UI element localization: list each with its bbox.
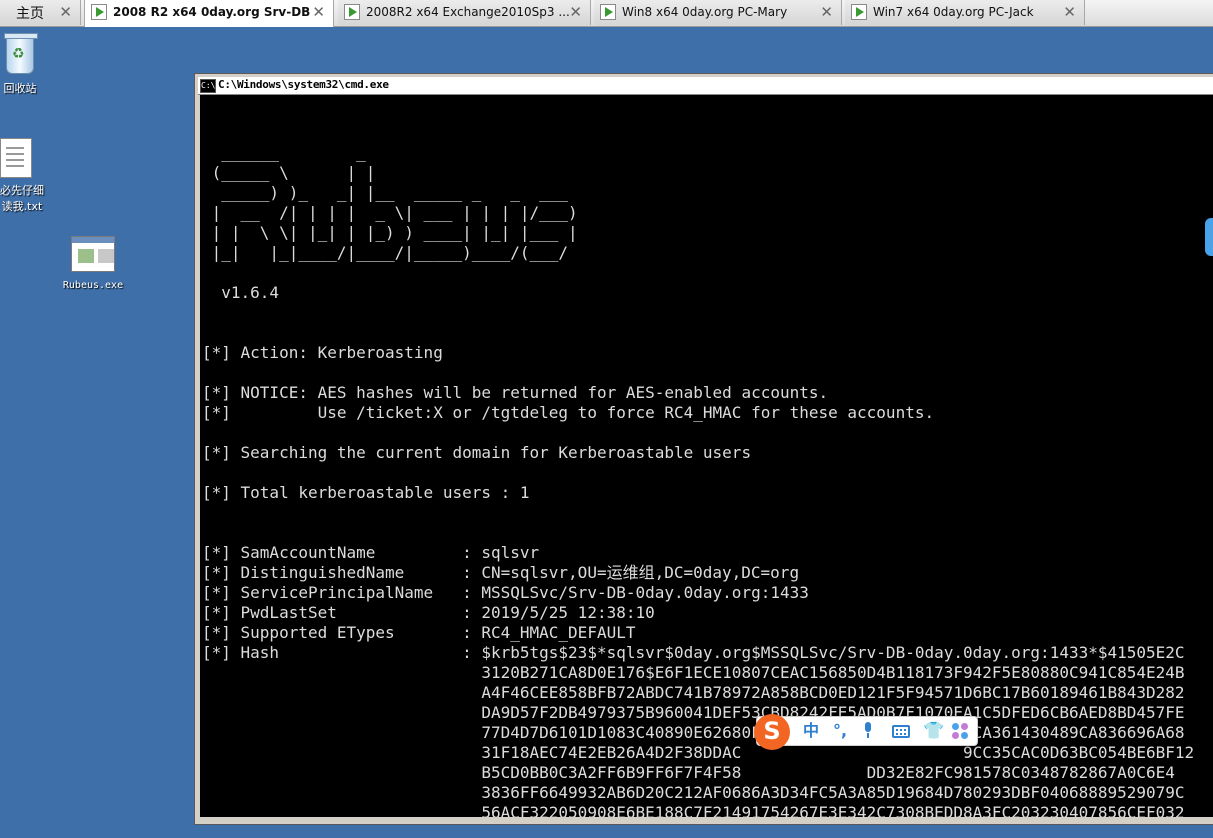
- console-line: [*] Supported ETypes : RC4_HMAC_DEFAULT: [202, 623, 636, 642]
- console-line: [*] DistinguishedName : CN=sqlsvr,OU=运维组…: [202, 563, 800, 582]
- exe-icon: [71, 236, 115, 272]
- toolbox-icon[interactable]: [952, 723, 970, 741]
- console-line: B5CD0BB0C3A2FF6B9FF6F7F4F58 DD32E82FC981…: [202, 763, 1175, 782]
- rubeus-label: Rubeus.exe: [62, 280, 124, 291]
- console-line: DA9D57F2DB4979375B960041DEF53CBD8242FE5A…: [202, 703, 1185, 722]
- tab-label: 2008 R2 x64 0day.org Srv-DB: [113, 5, 311, 19]
- console-line: 56ACF322050908E6BE188C7F21491754267E3E34…: [202, 803, 1185, 817]
- console-line: [*] PwdLastSet : 2019/5/25 12:38:10: [202, 603, 655, 622]
- rubeus-exe[interactable]: Rubeus.exe: [60, 236, 126, 291]
- shirt-icon[interactable]: 👕: [923, 722, 944, 740]
- cmd-title-bar[interactable]: C:\ C:\Windows\system32\cmd.exe: [198, 77, 1213, 95]
- console-line: [*] Use /ticket:X or /tgtdeleg to force …: [202, 403, 935, 422]
- console-output[interactable]: ______ _ (_____ \ | | _____) )_ _| |__ _…: [200, 95, 1213, 817]
- cmd-icon: C:\: [200, 79, 216, 93]
- console-line: 3120B271CA8D0E176$E6F1ECE10807CEAC156850…: [202, 663, 1185, 682]
- tab-home[interactable]: 主页 ✕: [0, 0, 81, 25]
- ime-toolbar[interactable]: S 中 °, 👕: [754, 714, 978, 750]
- recycle-bin-label: 回收站: [3, 82, 37, 95]
- close-icon[interactable]: ✕: [1063, 3, 1076, 21]
- console-line: [*] SamAccountName : sqlsvr: [202, 543, 540, 562]
- console-line: v1.6.4: [202, 283, 280, 302]
- recycle-bin[interactable]: 回收站: [0, 33, 42, 96]
- readme-label-line1: 必先仔细: [0, 184, 44, 197]
- console-line: ______ _: [202, 143, 366, 162]
- tab-pc-mary[interactable]: Win8 x64 0day.org PC-Mary ✕: [594, 0, 842, 25]
- cmd-title: C:\Windows\system32\cmd.exe: [218, 78, 389, 91]
- readme-file[interactable]: 必先仔细 读我.txt: [0, 138, 50, 214]
- ime-punctuation[interactable]: °,: [833, 722, 847, 740]
- console-line: A4F46CEE858BFB72ABDC741B78972A858BCD0ED1…: [202, 683, 1185, 702]
- ime-chinese-mode[interactable]: 中: [803, 722, 819, 740]
- console-line: (_____ \ | |: [202, 163, 376, 182]
- console-line: 77D4D7D6101D1083C40890E62680FF9C7B2E3F76…: [202, 723, 1185, 742]
- console-line: 3836FF6649932AB6D20C212AF0686A3D34FC5A3A…: [202, 783, 1185, 802]
- close-icon[interactable]: ✕: [569, 3, 582, 21]
- tab-label: 2008R2 x64 Exchange2010Sp3 ...: [366, 5, 570, 19]
- vm-icon: [344, 4, 360, 20]
- console-line: _____) )_ _| |__ _____ _ _ ___: [202, 183, 569, 202]
- readme-label-line2: 读我.txt: [1, 200, 43, 213]
- tab-srv-db[interactable]: 2008 R2 x64 0day.org Srv-DB ✕: [84, 0, 334, 27]
- console-line: | | \ \| |_| | |_) ) ____| |_| |___ |: [202, 223, 578, 242]
- side-panel-handle[interactable]: [1205, 218, 1213, 256]
- vm-icon: [851, 4, 867, 20]
- microphone-icon[interactable]: [863, 722, 873, 738]
- recycle-bin-icon: [4, 33, 38, 74]
- vm-icon: [91, 4, 107, 20]
- vm-icon: [600, 4, 616, 20]
- console-line: [*] Searching the current domain for Ker…: [202, 443, 752, 462]
- vm-tab-bar: 主页 ✕ 2008 R2 x64 0day.org Srv-DB ✕ 2008R…: [0, 0, 1213, 27]
- console-line: | __ /| | | | _ \| ___ | | | |/___): [202, 203, 578, 222]
- cmd-window[interactable]: C:\ C:\Windows\system32\cmd.exe ______ _…: [194, 73, 1213, 825]
- tab-label: 主页: [16, 6, 44, 22]
- console-line: 31F18AEC74E2EB26A4D2F38DDAC 9CC35CAC0D63…: [202, 743, 1195, 762]
- console-line: [*] Action: Kerberoasting: [202, 343, 443, 362]
- console-line: [*] ServicePrincipalName : MSSQLSvc/Srv-…: [202, 583, 809, 602]
- tab-pc-jack[interactable]: Win7 x64 0day.org PC-Jack ✕: [845, 0, 1085, 25]
- close-icon[interactable]: ✕: [820, 3, 833, 21]
- console-line: [*] Total kerberoastable users : 1: [202, 483, 530, 502]
- close-icon[interactable]: ✕: [59, 3, 72, 21]
- console-line: [*] Hash : $krb5tgs$23$*sqlsvr$0day.org$…: [202, 643, 1185, 662]
- console-line: [*] NOTICE: AES hashes will be returned …: [202, 383, 829, 402]
- sogou-logo-icon[interactable]: S: [754, 714, 790, 750]
- close-icon[interactable]: ✕: [312, 3, 325, 21]
- keyboard-icon[interactable]: [892, 725, 910, 738]
- tab-label: Win7 x64 0day.org PC-Jack: [873, 5, 1034, 19]
- text-file-icon: [0, 138, 32, 178]
- tab-label: Win8 x64 0day.org PC-Mary: [622, 5, 788, 19]
- console-line: |_| |_|____/|____/|_____)____/(___/: [202, 243, 569, 262]
- tab-exchange[interactable]: 2008R2 x64 Exchange2010Sp3 ... ✕: [338, 0, 591, 25]
- terminal-text: ______ _ (_____ \ | | _____) )_ _| |__ _…: [202, 123, 1194, 817]
